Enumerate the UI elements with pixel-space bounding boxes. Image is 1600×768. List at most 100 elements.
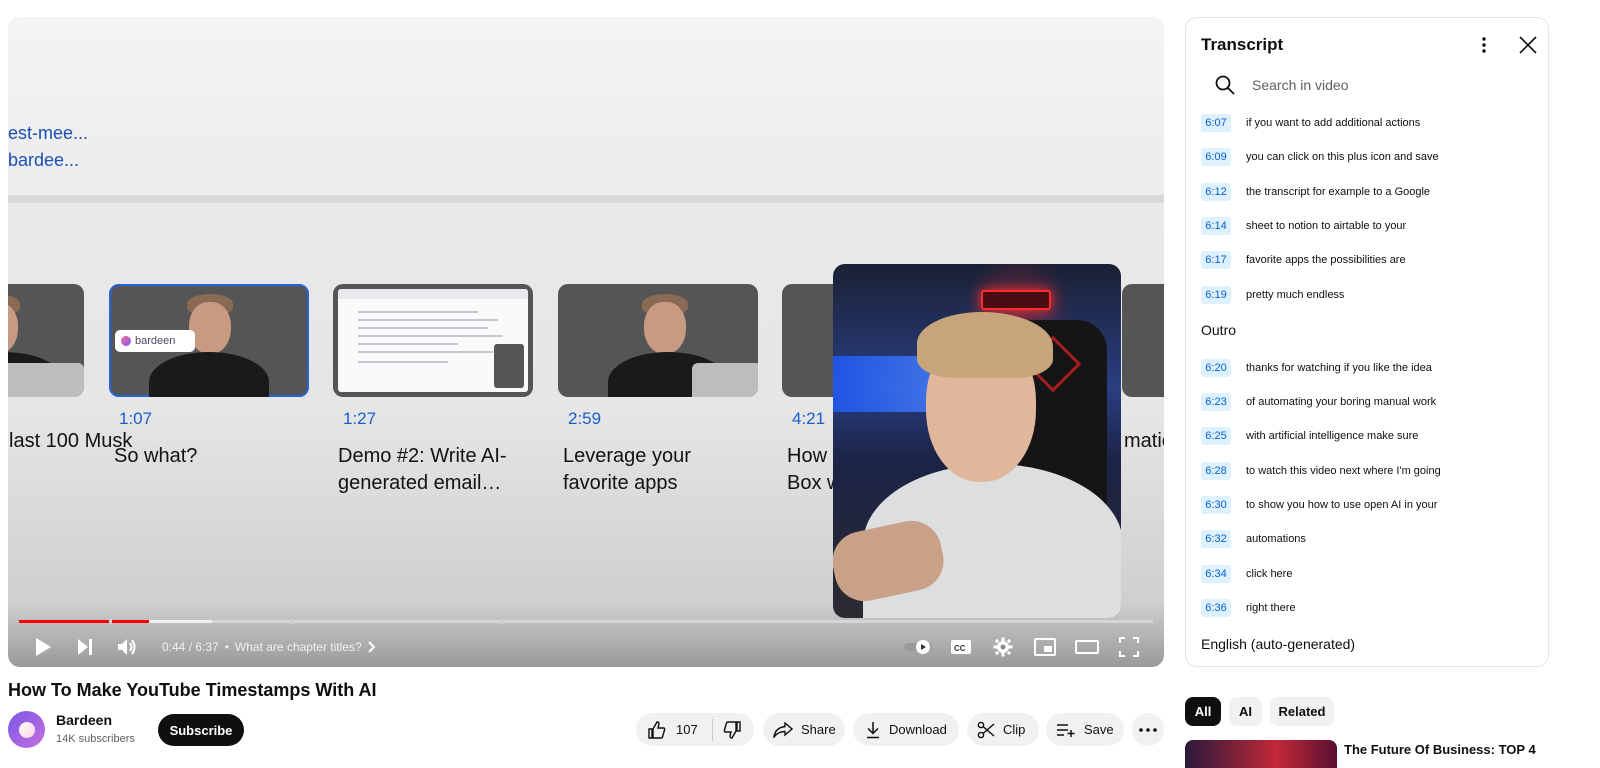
transcript-segment[interactable]: 6:20 thanks for watching if you like the… xyxy=(1186,353,1548,383)
segment-text: thanks for watching if you like the idea xyxy=(1246,362,1432,374)
chapter-time: 1:07 xyxy=(119,409,153,428)
transcript-segment[interactable]: 6:25 with artificial intelligence make s… xyxy=(1186,421,1548,451)
channel-avatar[interactable] xyxy=(8,711,45,748)
transcript-segment[interactable]: 6:19 pretty much endless xyxy=(1186,280,1548,310)
clip-label: Clip xyxy=(1003,722,1026,737)
chapter-thumbnail: bardeen xyxy=(109,284,309,397)
more-actions-button[interactable] xyxy=(1132,713,1164,746)
chapter-thumbnail xyxy=(1122,284,1164,397)
gear-icon xyxy=(993,637,1013,657)
chapter-marker xyxy=(499,619,503,624)
play-icon xyxy=(36,638,51,656)
autoplay-toggle[interactable] xyxy=(898,629,940,665)
filter-chip-all[interactable]: All xyxy=(1185,697,1221,726)
channel-name[interactable]: Bardeen xyxy=(56,712,112,728)
video-player[interactable]: est-mee... bardee... last 100 Musk barde… xyxy=(8,17,1164,667)
miniplayer-icon xyxy=(1034,638,1056,656)
transcript-segment[interactable]: 6:23 of automating your boring manual wo… xyxy=(1186,387,1548,417)
chapter-item[interactable]: 2:59 Leverage your favorite apps xyxy=(558,284,758,497)
download-icon xyxy=(867,721,879,738)
fullscreen-button[interactable] xyxy=(1108,629,1150,665)
bardeen-logo-icon xyxy=(18,721,35,738)
chapter-marker xyxy=(108,619,112,624)
more-horizontal-icon xyxy=(1139,727,1157,732)
volume-button[interactable] xyxy=(106,629,148,665)
chapter-separator: • xyxy=(224,640,229,654)
segment-text: with artificial intelligence make sure xyxy=(1246,430,1419,442)
settings-button[interactable] xyxy=(982,629,1024,665)
chapter-time: 2:59 xyxy=(568,409,602,428)
play-button[interactable] xyxy=(22,629,64,665)
chapter-item-active[interactable]: bardeen 1:07 So what? xyxy=(109,284,309,470)
chapter-title: Demo #2: Write AI-generated email… xyxy=(338,445,507,494)
transcript-segment[interactable]: 6:36 right there xyxy=(1186,593,1548,623)
chapter-title: Leverage your favorite apps xyxy=(563,445,691,494)
recommended-video-title[interactable]: The Future Of Business: TOP 4 xyxy=(1344,742,1544,757)
miniplayer-button[interactable] xyxy=(1024,629,1066,665)
more-vertical-icon xyxy=(1482,37,1486,53)
segment-timestamp: 6:30 xyxy=(1201,496,1231,514)
dislike-button[interactable] xyxy=(723,720,741,739)
chapter-thumbnail xyxy=(8,284,84,397)
time-display: 0:44 / 6:37 xyxy=(162,640,219,654)
transcript-segment[interactable]: 6:09 you can click on this plus icon and… xyxy=(1186,142,1548,172)
transcript-search-input[interactable] xyxy=(1252,73,1522,97)
bardeen-tag-label: bardeen xyxy=(135,335,176,347)
transcript-segment[interactable]: 6:28 to watch this video next where I'm … xyxy=(1186,456,1548,486)
save-button[interactable]: Save xyxy=(1046,713,1124,746)
chapter-marker xyxy=(291,619,295,624)
progress-bar[interactable] xyxy=(19,619,1153,624)
theater-mode-button[interactable] xyxy=(1066,629,1108,665)
subscriber-count: 14K subscribers xyxy=(56,733,135,745)
download-button[interactable]: Download xyxy=(853,713,959,746)
transcript-segment[interactable]: 6:17 favorite apps the possibilities are xyxy=(1186,245,1548,275)
segment-timestamp: 6:32 xyxy=(1201,530,1231,548)
like-count: 107 xyxy=(676,722,698,737)
transcript-segment[interactable]: 6:30 to show you how to use open AI in y… xyxy=(1186,490,1548,520)
recommended-video-thumbnail[interactable] xyxy=(1185,740,1337,768)
segment-timestamp: 6:23 xyxy=(1201,393,1231,411)
transcript-segment[interactable]: 6:34 click here xyxy=(1186,559,1548,589)
transcript-close-button[interactable] xyxy=(1517,34,1539,56)
segment-text: the transcript for example to a Google xyxy=(1246,186,1431,198)
segment-text: of automating your boring manual work xyxy=(1246,396,1437,408)
like-divider xyxy=(711,718,713,741)
subscribe-button[interactable]: Subscribe xyxy=(158,714,244,746)
like-dislike-group: 107 xyxy=(636,713,754,746)
thumbs-up-icon xyxy=(648,720,666,739)
chapter-item[interactable]: 1:27 Demo #2: Write AI-generated email… xyxy=(333,284,533,497)
transcript-title: Transcript xyxy=(1201,35,1284,54)
transcript-segment[interactable]: 6:14 sheet to notion to airtable to your xyxy=(1186,211,1548,241)
transcript-menu-button[interactable] xyxy=(1474,34,1494,56)
panel-divider xyxy=(8,195,1164,203)
clip-button[interactable]: Clip xyxy=(967,713,1039,746)
transcript-panel: Transcript 6:07 if you want to add addit… xyxy=(1185,17,1549,667)
segment-text: click here xyxy=(1246,568,1293,580)
current-chapter-label: What are chapter titles? xyxy=(234,640,362,654)
captions-button[interactable]: CC xyxy=(940,629,982,665)
filter-chip-related[interactable]: Related xyxy=(1270,697,1334,726)
chapter-thumbnail xyxy=(333,284,533,397)
transcript-segment[interactable]: 6:07 if you want to add additional actio… xyxy=(1186,108,1548,138)
transcript-language-selector[interactable]: English (auto-generated) xyxy=(1201,636,1355,652)
segment-text: sheet to notion to airtable to your xyxy=(1246,220,1407,232)
segment-timestamp: 6:19 xyxy=(1201,286,1231,304)
current-chapter-button[interactable]: What are chapter titles? xyxy=(235,640,376,654)
like-button[interactable]: 107 xyxy=(648,720,698,739)
transcript-segment[interactable]: 6:12 the transcript for example to a Goo… xyxy=(1186,177,1548,207)
fullscreen-icon xyxy=(1119,637,1139,657)
transcript-section-heading: Outro xyxy=(1201,322,1237,338)
video-title: How To Make YouTube Timestamps With AI xyxy=(8,680,377,700)
transcript-segment[interactable]: 6:32 automations xyxy=(1186,524,1548,554)
chapter-item[interactable]: last 100 Musk xyxy=(8,284,132,455)
segment-text: automations xyxy=(1246,533,1306,545)
theater-icon xyxy=(1075,640,1099,654)
next-button[interactable] xyxy=(64,629,106,665)
segment-text: you can click on this plus icon and save xyxy=(1246,151,1439,163)
segment-text: to watch this video next where I'm going xyxy=(1246,465,1441,477)
svg-text:CC: CC xyxy=(954,644,966,653)
filter-chip-ai[interactable]: AI xyxy=(1229,697,1262,726)
segment-timestamp: 6:25 xyxy=(1201,427,1231,445)
share-button[interactable]: Share xyxy=(763,713,845,746)
chapter-item[interactable]: matic xyxy=(1122,284,1164,455)
